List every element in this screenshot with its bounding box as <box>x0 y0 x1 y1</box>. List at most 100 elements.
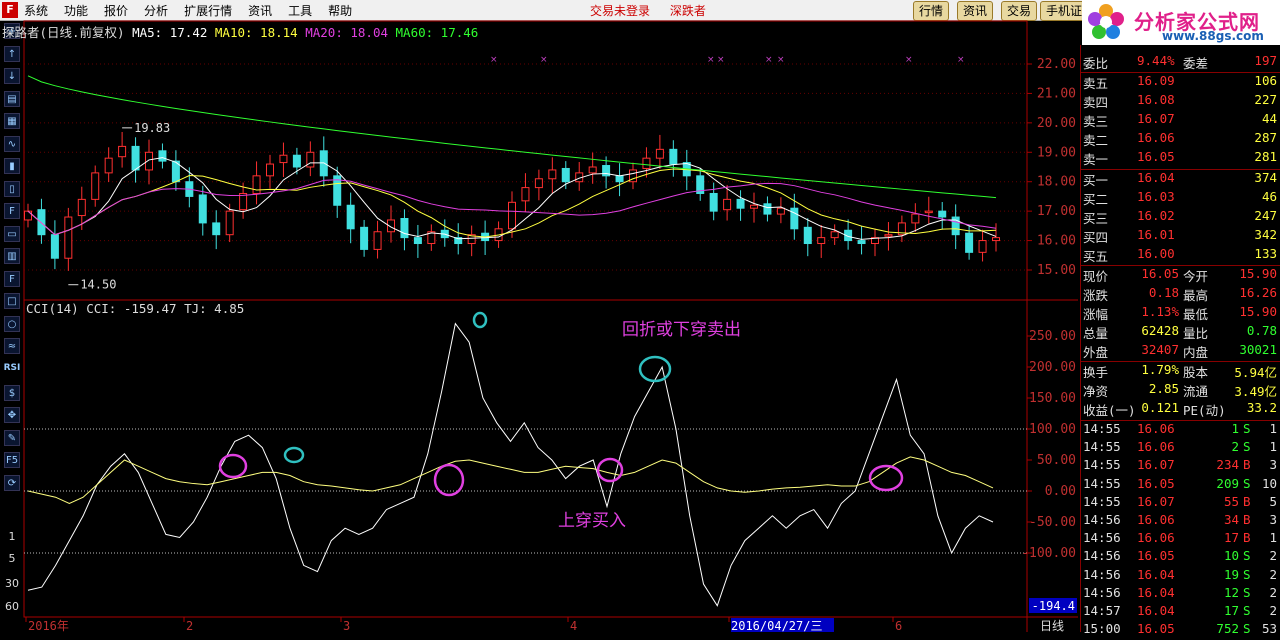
tick-row: 14:55 16.05 209 S 10 <box>1081 476 1280 495</box>
brand-url: www.88gs.com <box>1162 29 1264 43</box>
bid-price: 16.04 <box>1137 170 1175 185</box>
cci-tick-label: 200.00 <box>1029 360 1076 375</box>
stat-label: 量比 <box>1183 326 1209 341</box>
fundamental-value: 2.85 <box>1148 381 1179 396</box>
tick-side: B <box>1243 457 1251 473</box>
brand-logo: 分析家公式网 www.88gs.com <box>1082 0 1280 45</box>
candle-body <box>830 231 839 239</box>
tj-label: TJ: <box>177 301 207 316</box>
price-title: 探路者(日线.前复权) <box>2 25 125 40</box>
tick-price: 16.06 <box>1137 421 1175 436</box>
price-tick-label: 22.00 <box>1037 57 1076 72</box>
tick-side: S <box>1243 566 1251 582</box>
ask-volume: 227 <box>1254 92 1277 107</box>
candle-body <box>239 192 248 211</box>
candle-body <box>803 226 812 245</box>
candle-body <box>776 207 785 215</box>
stat-value: 32407 <box>1141 342 1179 357</box>
candle-body <box>817 237 826 245</box>
tick-time: 14:56 <box>1083 566 1121 582</box>
tick-price: 16.05 <box>1137 548 1175 564</box>
bid-row: 买一 16.04 374 <box>1081 170 1280 189</box>
tick-row: 14:56 16.04 12 S 2 <box>1081 585 1280 604</box>
ma60-value: 17.46 <box>433 25 478 40</box>
candle-body <box>346 204 355 230</box>
candle-body <box>561 167 570 183</box>
tick-row: 14:55 16.07 55 B 5 <box>1081 494 1280 513</box>
period-indicator[interactable]: 日线 <box>1040 619 1064 632</box>
tick-side: S <box>1243 548 1251 564</box>
tick-row: 14:56 16.05 10 S 2 <box>1081 548 1280 567</box>
bid-price: 16.00 <box>1137 246 1175 261</box>
fundamental-row: 收益(一) 0.121 PE(动) 33.2 <box>1081 400 1280 419</box>
stat-value: 62428 <box>1141 323 1179 338</box>
sell-signal-circle <box>283 446 305 464</box>
tick-time: 14:55 <box>1083 493 1121 509</box>
event-marker: × <box>777 55 785 65</box>
event-marker: × <box>765 55 773 65</box>
tick-count: 1 <box>1269 421 1277 436</box>
candle-body <box>884 234 893 237</box>
cci-tick-label: 0.00 <box>1045 484 1076 499</box>
tick-volume: 55 <box>1223 493 1239 509</box>
tick-count: 1 <box>1269 439 1277 455</box>
ma10-label: MA10: <box>207 25 252 40</box>
ask-price: 16.05 <box>1137 149 1175 164</box>
event-marker: × <box>905 55 913 65</box>
ask-price: 16.08 <box>1137 92 1175 107</box>
candle-body <box>131 145 140 171</box>
candle-body <box>225 210 234 236</box>
order-diff-value: 197 <box>1254 53 1277 68</box>
cci-line <box>27 322 994 607</box>
stat-label: 内盘 <box>1183 345 1209 360</box>
quote-panel: 委比 9.44% 委差 197 卖五 16.09 106 卖四 16.08 227 卖三 16.07 4… <box>1080 45 1280 636</box>
date-label: 6 <box>895 619 902 632</box>
candle-body <box>37 209 46 236</box>
tick-side: S <box>1243 584 1251 600</box>
tick-count: 3 <box>1269 457 1277 473</box>
chart-area[interactable]: 22.0021.0020.0019.0018.0017.0016.0015.00… <box>0 0 1080 632</box>
tick-row: 14:56 16.06 34 B 3 <box>1081 512 1280 531</box>
stat-value: 0.18 <box>1148 285 1179 300</box>
sell-signal-circle <box>472 311 488 329</box>
tick-price: 16.06 <box>1137 530 1175 546</box>
price-tick-label: 17.00 <box>1037 204 1076 219</box>
cci-label: CCI: <box>79 301 117 316</box>
ask-row: 卖二 16.06 287 <box>1081 130 1280 149</box>
bid-label: 买一 <box>1083 173 1109 188</box>
stat-label: 外盘 <box>1083 345 1109 360</box>
candle-body <box>938 210 947 218</box>
candle-body <box>978 240 987 253</box>
stat-row: 总量 62428 量比 0.78 <box>1081 323 1280 342</box>
tick-price: 16.07 <box>1137 457 1175 473</box>
fundamental-label: 换手 <box>1083 365 1109 380</box>
bid-label: 买二 <box>1083 192 1109 207</box>
fundamental-label: 净资 <box>1083 384 1109 399</box>
stat-label: 总量 <box>1083 326 1109 341</box>
tick-row: 14:56 16.04 19 S 2 <box>1081 567 1280 586</box>
ask-row: 卖三 16.07 44 <box>1081 111 1280 130</box>
candle-body <box>723 198 732 211</box>
tick-time: 14:55 <box>1083 439 1121 455</box>
event-marker: × <box>717 55 725 65</box>
candle-body <box>709 192 718 212</box>
cci-current-label: -194.4 <box>1032 599 1075 613</box>
ask-volume: 44 <box>1261 111 1277 126</box>
stat-row: 涨跌 0.18 最高 16.26 <box>1081 285 1280 304</box>
stat-label: 今开 <box>1183 269 1209 284</box>
tick-volume: 1 <box>1231 421 1239 436</box>
tick-time: 14:56 <box>1083 548 1121 564</box>
event-marker: × <box>490 55 498 65</box>
sell-signal-circle <box>638 355 672 383</box>
tick-price: 16.07 <box>1137 493 1175 509</box>
stat-label: 涨跌 <box>1083 288 1109 303</box>
tick-count: 2 <box>1269 548 1277 564</box>
price-tick-label: 21.00 <box>1037 86 1076 101</box>
candle-body <box>50 234 59 259</box>
bid-price: 16.03 <box>1137 189 1175 204</box>
tick-count: 1 <box>1269 530 1277 546</box>
tick-row: 14:56 16.06 17 B 1 <box>1081 530 1280 549</box>
tick-row: 15:00 16.05 752 S 53 <box>1081 621 1280 640</box>
buy-signal-circle <box>433 463 465 497</box>
tj-line <box>27 456 994 504</box>
